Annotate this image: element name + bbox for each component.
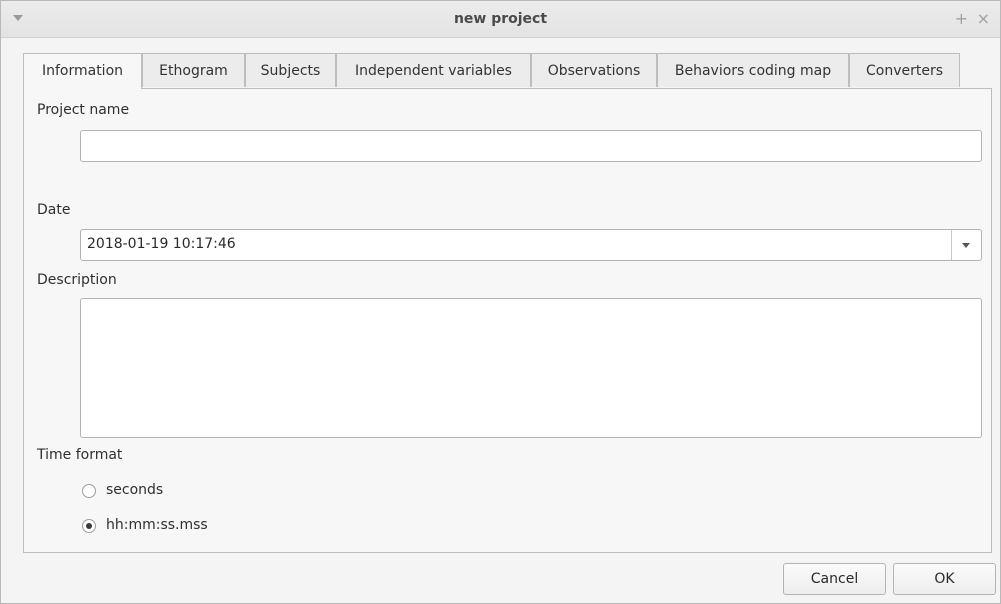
maximize-plus-icon[interactable]: +	[955, 9, 968, 28]
time-format-seconds-option[interactable]: seconds	[82, 482, 242, 502]
tab-behaviors-coding-map[interactable]: Behaviors coding map	[657, 53, 849, 87]
description-label: Description	[37, 272, 117, 288]
tab-ethogram[interactable]: Ethogram	[142, 53, 245, 87]
tab-converters[interactable]: Converters	[849, 53, 960, 87]
tab-information[interactable]: Information	[23, 53, 142, 89]
time-format-hhmmss-option[interactable]: hh:mm:ss.mss	[82, 517, 242, 537]
date-value: 2018-01-19 10:17:46	[87, 236, 236, 252]
close-icon[interactable]: ×	[977, 9, 990, 28]
cancel-button[interactable]: Cancel	[783, 563, 886, 595]
hhmmss-radio-label: hh:mm:ss.mss	[106, 517, 208, 533]
window-title: new project	[453, 11, 548, 27]
information-panel: Project name Date 2018-01-19 10:17:46 De…	[23, 88, 992, 553]
hhmmss-radio[interactable]	[82, 519, 96, 533]
tab-independent-variables[interactable]: Independent variables	[336, 53, 531, 87]
chevron-down-icon	[962, 243, 970, 248]
seconds-radio[interactable]	[82, 484, 96, 498]
date-combobox[interactable]: 2018-01-19 10:17:46	[80, 229, 982, 261]
description-textarea[interactable]	[80, 298, 982, 438]
tab-subjects[interactable]: Subjects	[245, 53, 336, 87]
tab-observations[interactable]: Observations	[531, 53, 657, 87]
title-bar: new project + ×	[1, 1, 1000, 38]
date-dropdown-button[interactable]	[951, 230, 981, 260]
time-format-label: Time format	[37, 447, 123, 463]
project-name-label: Project name	[37, 102, 130, 118]
new-project-dialog: new project + × Information Ethogram Sub…	[0, 0, 1001, 604]
seconds-radio-label: seconds	[106, 482, 164, 498]
ok-button[interactable]: OK	[893, 563, 996, 595]
project-name-input[interactable]	[80, 130, 982, 162]
date-label: Date	[37, 202, 71, 218]
